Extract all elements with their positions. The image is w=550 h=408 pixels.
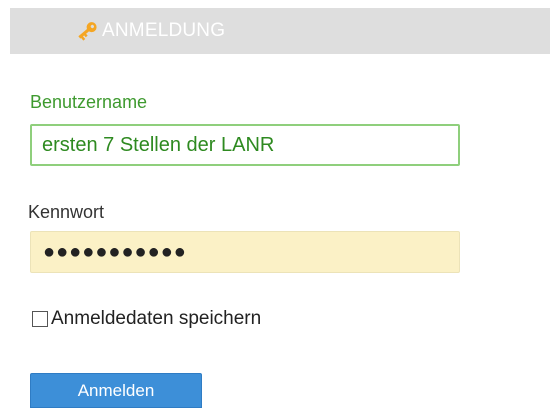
- header-title: ANMELDUNG: [102, 20, 226, 41]
- key-icon: [74, 18, 100, 44]
- password-input[interactable]: ●●●●●●●●●●●: [30, 231, 460, 273]
- remember-login-row[interactable]: Anmeldedaten speichern: [32, 308, 261, 330]
- remember-label: Anmeldedaten speichern: [51, 308, 262, 329]
- username-label: Benutzername: [30, 92, 148, 112]
- password-label: Kennwort: [28, 202, 105, 222]
- login-header: ANMELDUNG: [10, 8, 550, 54]
- remember-checkbox[interactable]: [32, 311, 48, 327]
- username-input[interactable]: ersten 7 Stellen der LANR: [30, 124, 460, 166]
- login-button[interactable]: Anmelden: [30, 373, 202, 408]
